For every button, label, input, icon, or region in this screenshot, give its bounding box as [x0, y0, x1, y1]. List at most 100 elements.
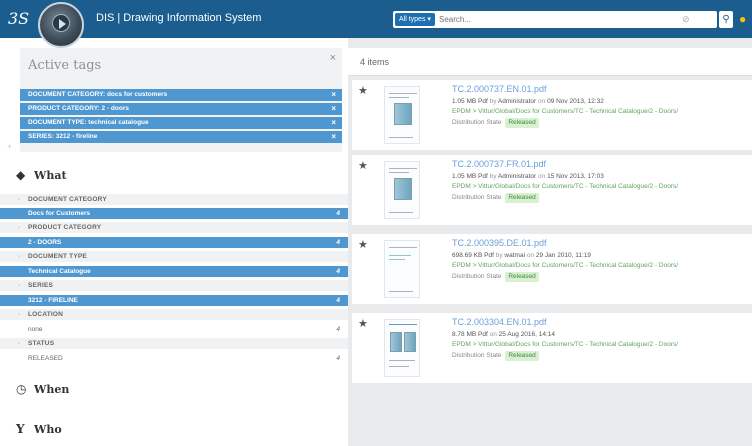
distribution-state: Distribution State Released — [452, 118, 539, 128]
file-name-link[interactable]: TC.2.000395.DE.01.pdf — [452, 238, 547, 248]
file-meta: 1.05 MB Pdf by Administrator on 09 Nov 2… — [452, 98, 604, 105]
document-thumbnail[interactable] — [384, 161, 420, 219]
compass-button[interactable] — [38, 2, 84, 48]
file-size: 8.78 MB Pdf — [452, 331, 488, 338]
facet-category-label: STATUS — [28, 340, 55, 347]
door-image — [394, 178, 412, 200]
thumbnail-line — [389, 97, 409, 98]
thumbnail-line — [389, 291, 413, 292]
results-header: 4 items — [348, 48, 752, 76]
clear-search-icon[interactable]: ⊘ — [682, 14, 693, 25]
thumbnail-line — [389, 360, 415, 361]
who-section-header[interactable]: Y Who — [16, 422, 62, 440]
file-name-link[interactable]: TC.2.003304.EN.01.pdf — [452, 317, 547, 327]
file-path[interactable]: EPDM > Vittur/Global/Docs for Customers/… — [452, 262, 678, 269]
file-date: 25 Aug 2016, 14:14 — [498, 331, 556, 338]
facet-category[interactable]: PRODUCT CATEGORY — [0, 222, 348, 233]
what-section-header[interactable]: ◆ What — [16, 168, 67, 186]
active-tag: DOCUMENT TYPE: technical catalogue × — [20, 117, 342, 129]
file-owner: watmai — [504, 252, 526, 259]
document-thumbnail[interactable] — [384, 240, 420, 298]
antenna-icon: Y — [16, 422, 25, 436]
star-icon[interactable]: ★ — [358, 238, 368, 251]
facet-value[interactable]: Docs for Customers 4 — [0, 208, 348, 219]
file-owner: Administrator — [497, 98, 537, 105]
document-thumbnail[interactable] — [384, 319, 420, 377]
thumbnail-line — [389, 137, 413, 138]
facet-value-status[interactable]: RELEASED 4 — [0, 353, 348, 364]
active-tag: PRODUCT CATEGORY: 2 - doors × — [20, 103, 342, 115]
facet-category[interactable]: DOCUMENT TYPE — [0, 251, 348, 262]
thumbnail-line — [389, 324, 417, 325]
thumbnail-line — [389, 259, 405, 260]
distribution-state: Distribution State Released — [452, 193, 539, 203]
star-icon[interactable]: ★ — [358, 159, 368, 172]
remove-tag-icon[interactable]: × — [331, 117, 336, 129]
thumbnail-line — [389, 247, 417, 248]
thumbnail-line — [389, 212, 413, 213]
star-icon[interactable]: ★ — [358, 317, 368, 330]
file-date: 15 Nov 2013, 17:03 — [547, 173, 604, 180]
what-title: What — [34, 169, 67, 182]
results-panel: 4 items ★ TC.2.000737.EN.01.pdf 1.05 MB … — [348, 38, 752, 446]
collapse-handle[interactable]: + — [7, 142, 12, 151]
facet-value[interactable]: 3212 - FIRELINE 4 — [0, 295, 348, 306]
facet-category-status[interactable]: STATUS — [0, 338, 348, 349]
facet-value-label: Technical Catalogue — [28, 268, 91, 275]
when-title: When — [34, 383, 70, 396]
file-date: 09 Nov 2013, 12:32 — [547, 98, 604, 105]
search-icon: ⚲ — [722, 14, 730, 25]
lightbulb-icon[interactable]: ● — [739, 13, 747, 26]
facet-category[interactable]: SERIES — [0, 280, 348, 291]
facet-category[interactable]: DOCUMENT CATEGORY — [0, 194, 348, 205]
file-name-link[interactable]: TC.2.000737.FR.01.pdf — [452, 159, 546, 169]
file-meta: 698.69 KB Pdf by watmai on 29 Jan 2010, … — [452, 252, 591, 259]
thumbnail-line — [389, 168, 417, 169]
state-label: Distribution State — [452, 352, 502, 359]
facet-value-label: 3212 - FIRELINE — [28, 297, 78, 304]
result-card[interactable]: ★ TC.2.000395.DE.01.pdf 698.69 KB Pdf by… — [352, 234, 752, 304]
facet-value-label: Docs for Customers — [28, 210, 91, 217]
file-size: 698.69 KB Pdf — [452, 252, 494, 259]
remove-tag-icon[interactable]: × — [331, 131, 336, 143]
search-input[interactable] — [439, 12, 679, 27]
close-icon[interactable]: × — [330, 52, 336, 64]
door-image — [394, 103, 412, 125]
facet-category-label: SERIES — [28, 282, 54, 289]
file-path[interactable]: EPDM > Vittur/Global/Docs for Customers/… — [452, 341, 678, 348]
facet-value-label: RELEASED — [28, 355, 63, 362]
active-tag: SERIES: 3212 - fireline × — [20, 131, 342, 143]
star-icon[interactable]: ★ — [358, 84, 368, 97]
facet-value-location[interactable]: none 4 — [0, 324, 348, 335]
file-meta: 8.78 MB Pdf on 25 Aug 2016, 14:14 — [452, 331, 555, 338]
result-card[interactable]: ★ TC.2.003304.EN.01.pdf 8.78 MB Pdf on 2… — [352, 313, 752, 383]
on-label: on — [489, 331, 497, 338]
tag-label: PRODUCT CATEGORY: 2 - doors — [28, 105, 129, 112]
remove-tag-icon[interactable]: × — [331, 103, 336, 115]
by-label: by — [495, 252, 503, 259]
facet-count: 4 — [336, 297, 340, 304]
active-tag: DOCUMENT CATEGORY: docs for customers × — [20, 89, 342, 101]
result-card[interactable]: ★ TC.2.000737.EN.01.pdf 1.05 MB Pdf by A… — [352, 80, 752, 150]
file-name-link[interactable]: TC.2.000737.EN.01.pdf — [452, 84, 547, 94]
cube-icon: ◆ — [16, 168, 26, 182]
status-badge: Released — [505, 272, 539, 282]
result-card[interactable]: ★ TC.2.000737.FR.01.pdf 1.05 MB Pdf by A… — [352, 155, 752, 225]
types-filter-button[interactable]: All types ▾ — [395, 13, 435, 26]
document-thumbnail[interactable] — [384, 86, 420, 144]
file-date: 29 Jan 2010, 11:19 — [535, 252, 592, 259]
file-path[interactable]: EPDM > Vittur/Global/Docs for Customers/… — [452, 183, 678, 190]
when-section-header[interactable]: ◷ When — [16, 382, 69, 400]
facet-value[interactable]: 2 - DOORS 4 — [0, 237, 348, 248]
on-label: on — [538, 98, 546, 105]
facet-count: 4 — [336, 355, 340, 362]
facet-value[interactable]: Technical Catalogue 4 — [0, 266, 348, 277]
remove-tag-icon[interactable]: × — [331, 89, 336, 101]
search-button[interactable]: ⚲ — [719, 11, 733, 28]
status-badge: Released — [505, 118, 539, 128]
facet-category-location[interactable]: LOCATION — [0, 309, 348, 320]
app-title: DIS | Drawing Information System — [96, 12, 262, 24]
tag-label: SERIES: 3212 - fireline — [28, 133, 98, 140]
thumbnail-line — [389, 366, 409, 367]
file-path[interactable]: EPDM > Vittur/Global/Docs for Customers/… — [452, 108, 678, 115]
